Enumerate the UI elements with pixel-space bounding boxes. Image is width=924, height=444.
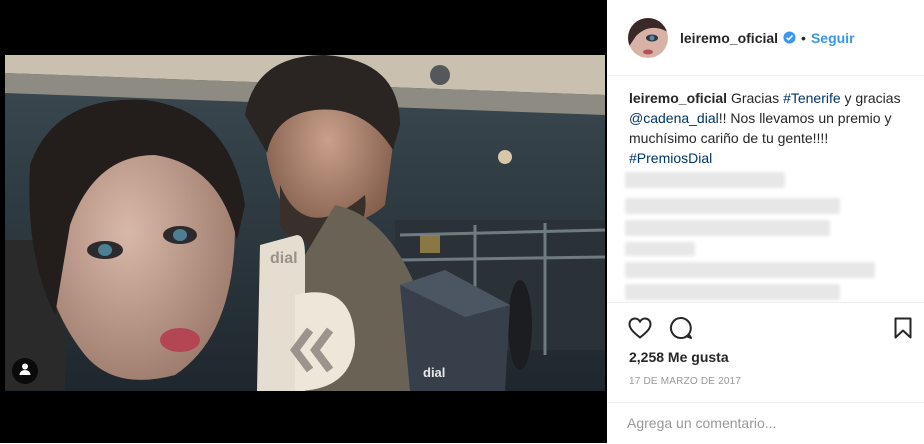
comment-bar xyxy=(607,402,924,444)
header-separator: • xyxy=(801,29,806,46)
blurred-comment xyxy=(625,172,785,188)
avatar[interactable] xyxy=(628,17,668,58)
hashtag-premiosdial-link[interactable]: #PremiosDial xyxy=(629,150,712,166)
caption-username[interactable]: leiremo_oficial xyxy=(629,90,727,106)
follow-button[interactable]: Seguir xyxy=(811,30,855,46)
likes-count[interactable]: 2,258 Me gusta xyxy=(629,349,729,365)
heart-icon xyxy=(628,316,652,344)
blurred-comment xyxy=(625,220,830,236)
post-caption: leiremo_oficial Gracias #Tenerife y grac… xyxy=(629,88,909,168)
post-header: leiremo_oficial • Seguir xyxy=(607,0,924,76)
user-tag-button[interactable] xyxy=(12,358,38,384)
hashtag-tenerife-link[interactable]: #Tenerife xyxy=(783,90,841,106)
mention-cadena-dial-link[interactable]: @cadena_dial xyxy=(629,110,719,126)
post-details-panel: leiremo_oficial • Seguir leiremo_oficial… xyxy=(607,0,924,443)
blurred-comment xyxy=(625,198,840,214)
bookmark-icon xyxy=(894,317,912,344)
caption-text: Gracias xyxy=(730,90,784,106)
comment-icon xyxy=(669,316,693,345)
blurred-comment xyxy=(625,242,695,256)
post-photo[interactable]: dial dial xyxy=(5,55,605,391)
save-button[interactable] xyxy=(890,317,916,343)
post-date[interactable]: 17 de marzo de 2017 xyxy=(629,376,741,387)
trophy-brand-text: dial xyxy=(270,250,298,267)
caption-text: y gracias xyxy=(840,90,901,106)
comment-input[interactable] xyxy=(627,412,907,434)
blurred-comment xyxy=(625,262,875,278)
comment-button[interactable] xyxy=(668,316,694,345)
like-button[interactable] xyxy=(627,316,653,344)
user-tag-icon xyxy=(18,362,32,381)
header-username[interactable]: leiremo_oficial xyxy=(680,30,778,46)
blurred-comment xyxy=(625,284,840,300)
box-brand-text: dial xyxy=(423,365,445,380)
post-media: dial dial xyxy=(0,0,607,443)
verified-badge-icon xyxy=(783,31,796,44)
action-bar xyxy=(607,302,924,339)
